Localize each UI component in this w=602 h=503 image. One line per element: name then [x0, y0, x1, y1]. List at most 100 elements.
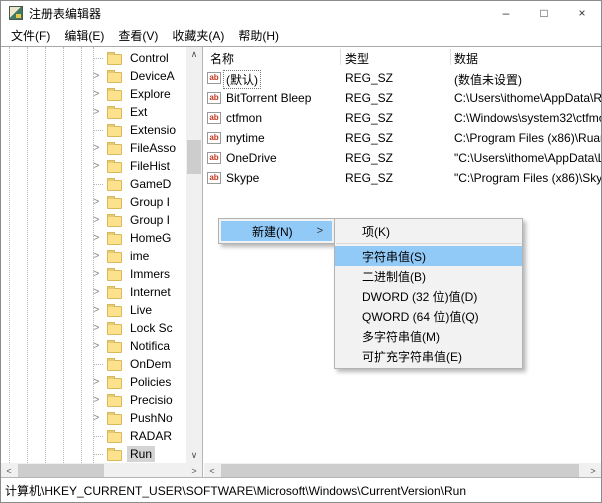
column-header-type[interactable]: 类型: [345, 50, 369, 67]
value-row-mytime[interactable]: ab mytime REG_SZ C:\Program Files (x86)\Rua…: [204, 129, 601, 149]
tree-vertical-scrollbar[interactable]: ∧ ∨: [186, 47, 202, 463]
expand-chevron-icon[interactable]: >: [93, 341, 107, 352]
submenu-item-qword-64-q[interactable]: QWORD (64 位)值(Q): [335, 306, 522, 326]
expand-chevron-icon[interactable]: >: [93, 161, 107, 172]
context-menu: 新建(N) >: [218, 218, 335, 244]
value-row-onedrive[interactable]: ab OneDrive REG_SZ "C:\Users\ithome\AppData…: [204, 149, 601, 169]
tree-item-notifica[interactable]: > Notifica: [1, 337, 185, 355]
expand-chevron-icon[interactable]: >: [93, 107, 107, 118]
tree-item-label: FileHist: [130, 159, 171, 173]
tree-item-ime[interactable]: > ime: [1, 247, 185, 265]
maximize-button[interactable]: □: [525, 1, 563, 25]
close-button[interactable]: ×: [563, 1, 601, 25]
tree-item-label: Group I: [130, 213, 171, 227]
folder-icon: [107, 375, 122, 389]
tree-item-group-i[interactable]: > Group I: [1, 193, 185, 211]
tree-item-label: RADAR: [130, 429, 173, 443]
scroll-left-icon[interactable]: <: [1, 463, 17, 478]
tree-item-policies[interactable]: > Policies: [1, 373, 185, 391]
expand-chevron-icon[interactable]: >: [93, 323, 107, 334]
tree-item-ondem[interactable]: OnDem: [1, 355, 185, 373]
expand-chevron-icon[interactable]: >: [93, 251, 107, 262]
scroll-down-icon[interactable]: ∨: [186, 448, 202, 463]
tree-item-label: Internet: [130, 285, 171, 299]
column-separator[interactable]: [450, 49, 451, 65]
folder-icon: [107, 447, 122, 461]
menu-a[interactable]: 收藏夹(A): [165, 25, 231, 46]
menu-f[interactable]: 文件(F): [4, 25, 57, 46]
tree-item-control[interactable]: Control: [1, 49, 185, 67]
value-row-ctfmon[interactable]: ab ctfmon REG_SZ C:\Windows\system32\ctfmo: [204, 109, 601, 129]
scroll-left-icon[interactable]: <: [204, 463, 220, 478]
tree-item-lock-sc[interactable]: > Lock Sc: [1, 319, 185, 337]
expand-chevron-icon[interactable]: >: [93, 377, 107, 388]
tree-item-internet[interactable]: > Internet: [1, 283, 185, 301]
folder-icon: [107, 429, 122, 443]
tree-item-homeg[interactable]: > HomeG: [1, 229, 185, 247]
value-data: "C:\Program Files (x86)\Skyp: [454, 171, 601, 185]
minimize-button[interactable]: –: [487, 1, 525, 25]
expand-chevron-icon[interactable]: >: [93, 305, 107, 316]
tree-item-label: Ext: [130, 105, 148, 119]
tree-item-radar[interactable]: RADAR: [1, 427, 185, 445]
value-type: REG_SZ: [345, 171, 394, 185]
expand-chevron-icon[interactable]: >: [93, 287, 107, 298]
tree-item-label: FileAsso: [130, 141, 177, 155]
tree-item-label: Extensio: [130, 123, 177, 137]
expand-chevron-icon[interactable]: >: [93, 413, 107, 424]
scrollbar-thumb[interactable]: [187, 140, 201, 174]
expand-chevron-icon[interactable]: >: [93, 71, 107, 82]
expand-chevron-icon[interactable]: >: [93, 215, 107, 226]
submenu-item-s[interactable]: 字符串值(S): [335, 246, 522, 266]
expand-chevron-icon[interactable]: >: [93, 89, 107, 100]
folder-icon: [107, 51, 122, 65]
tree-item-fileasso[interactable]: > FileAsso: [1, 139, 185, 157]
new-submenu: 项(K) 字符串值(S) 二进制值(B) DWORD (32 位)值(D) QWORD …: [334, 218, 523, 369]
expand-chevron-icon[interactable]: >: [93, 197, 107, 208]
column-separator[interactable]: [340, 49, 341, 65]
tree-item-pushno[interactable]: > PushNo: [1, 409, 185, 427]
tree-item-ext[interactable]: > Ext: [1, 103, 185, 121]
submenu-item-k[interactable]: 项(K): [335, 221, 522, 241]
menu-h[interactable]: 帮助(H): [231, 25, 286, 46]
tree-item-live[interactable]: > Live: [1, 301, 185, 319]
expand-chevron-icon[interactable]: >: [93, 269, 107, 280]
value-type: REG_SZ: [345, 111, 394, 125]
folder-icon: [107, 285, 122, 299]
status-bar: 计算机\HKEY_CURRENT_USER\SOFTWARE\Microsoft…: [1, 477, 601, 502]
value-data: (数值未设置): [454, 73, 522, 87]
submenu-item-b[interactable]: 二进制值(B): [335, 266, 522, 286]
value-name: mytime: [226, 131, 265, 145]
value-row-skype[interactable]: ab Skype REG_SZ "C:\Program Files (x86)\Sky…: [204, 169, 601, 189]
tree-item-extensio[interactable]: Extensio: [1, 121, 185, 139]
folder-icon: [107, 303, 122, 317]
scroll-up-icon[interactable]: ∧: [186, 47, 202, 62]
value-data: "C:\Users\ithome\AppData\L: [454, 151, 601, 165]
folder-icon: [107, 321, 122, 335]
tree-item-devicea[interactable]: > DeviceA: [1, 67, 185, 85]
expand-chevron-icon[interactable]: >: [93, 233, 107, 244]
submenu-item-m[interactable]: 多字符串值(M): [335, 326, 522, 346]
tree-item-group-i[interactable]: > Group I: [1, 211, 185, 229]
expand-chevron-icon[interactable]: >: [93, 143, 107, 154]
context-menu-item-new[interactable]: 新建(N) >: [221, 221, 332, 241]
scroll-right-icon[interactable]: >: [585, 463, 601, 478]
menu-e[interactable]: 编辑(E): [57, 25, 111, 46]
submenu-item-dword-32-d[interactable]: DWORD (32 位)值(D): [335, 286, 522, 306]
menu-v[interactable]: 查看(V): [111, 25, 165, 46]
value-row-bittorrent-bleep[interactable]: ab BitTorrent Bleep REG_SZ C:\Users\ithome\…: [204, 89, 601, 109]
value-name: OneDrive: [226, 151, 277, 165]
expand-chevron-icon[interactable]: >: [93, 395, 107, 406]
scroll-right-icon[interactable]: >: [186, 463, 202, 478]
tree-item-run[interactable]: Run: [1, 445, 185, 463]
value-row-item[interactable]: ab (默认) REG_SZ (数值未设置): [204, 69, 601, 89]
submenu-item-e[interactable]: 可扩充字符串值(E): [335, 346, 522, 366]
column-header-data[interactable]: 数据: [454, 50, 478, 67]
tree-item-explore[interactable]: > Explore: [1, 85, 185, 103]
column-header-name[interactable]: 名称: [210, 50, 234, 67]
tree-item-filehist[interactable]: > FileHist: [1, 157, 185, 175]
tree-items: Control > DeviceA > Explore > Ext Extensio > File…: [1, 49, 185, 463]
tree-item-precisio[interactable]: > Precisio: [1, 391, 185, 409]
tree-item-immers[interactable]: > Immers: [1, 265, 185, 283]
tree-item-gamed[interactable]: GameD: [1, 175, 185, 193]
